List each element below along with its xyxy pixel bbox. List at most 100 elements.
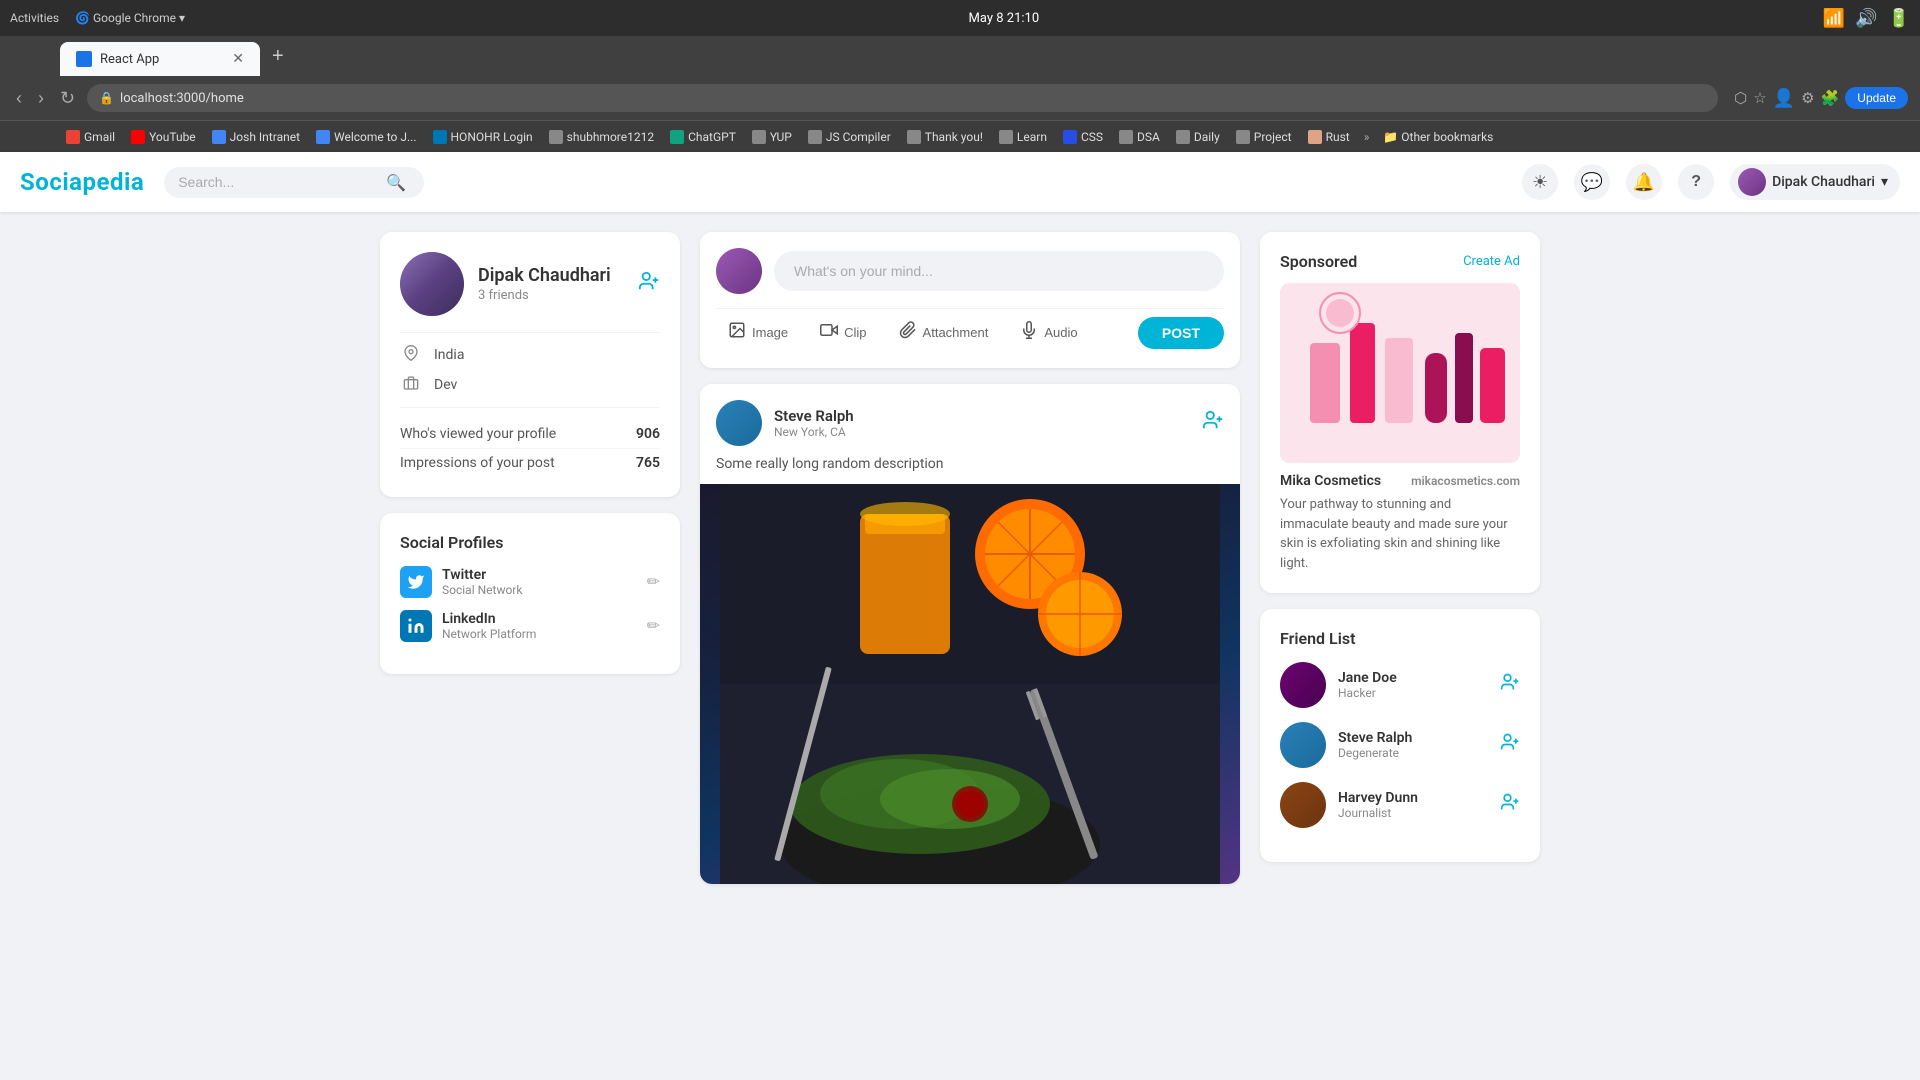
add-steve-btn[interactable] <box>1500 732 1520 758</box>
help-btn[interactable]: ? <box>1678 164 1714 200</box>
friend-jane-avatar <box>1280 662 1326 708</box>
attachment-btn[interactable]: Attachment <box>887 313 1001 352</box>
bookmarks-more[interactable]: » <box>1364 130 1370 144</box>
bookmark-star[interactable]: ☆ <box>1753 89 1766 107</box>
linkedin-desc: Network Platform <box>442 627 637 641</box>
nav-user-avatar <box>1738 168 1766 196</box>
post-header: Steve Ralph New York, CA <box>700 384 1240 456</box>
settings-icon[interactable]: ⚙ <box>1801 89 1814 107</box>
sponsored-card: Sponsored Create Ad <box>1260 232 1540 593</box>
post-user-name: Steve Ralph <box>774 407 1190 425</box>
bookmark-dsa[interactable]: DSA <box>1113 128 1166 146</box>
back-btn[interactable]: ‹ <box>12 84 26 113</box>
profile-icon[interactable]: 👤 <box>1773 88 1795 109</box>
os-activities[interactable]: Activities <box>10 11 59 25</box>
image-label: Image <box>752 325 788 340</box>
messages-btn[interactable]: 💬 <box>1574 164 1610 200</box>
browser-chrome: Activities 🌀 Google Chrome ▾ May 8 21:10… <box>0 0 1920 152</box>
bookmark-thankyou[interactable]: Thank you! <box>901 128 989 146</box>
new-tab-btn[interactable]: + <box>264 45 292 68</box>
user-dropdown[interactable]: Dipak Chaudhari ▾ <box>1730 164 1900 200</box>
work-icon <box>400 375 422 395</box>
add-friend-profile-btn[interactable] <box>638 270 660 298</box>
attachment-label: Attachment <box>923 325 989 340</box>
audio-btn[interactable]: Audio <box>1008 313 1089 352</box>
bookmark-gmail[interactable]: Gmail <box>60 128 121 146</box>
views-value: 906 <box>636 426 660 442</box>
sponsored-header: Sponsored Create Ad <box>1280 252 1520 271</box>
friend-jane-name: Jane Doe <box>1338 670 1488 686</box>
profile-name: Dipak Chaudhari <box>478 265 611 286</box>
friend-steve: Steve Ralph Degenerate <box>1280 722 1520 768</box>
tab-bar: React App ✕ + <box>0 36 1920 76</box>
search-box: 🔍 <box>164 167 424 198</box>
cast-icon[interactable]: ⬡ <box>1734 89 1747 107</box>
image-icon <box>728 321 746 344</box>
friend-harvey: Harvey Dunn Journalist <box>1280 782 1520 828</box>
theme-toggle-btn[interactable]: ☀ <box>1522 164 1558 200</box>
bookmark-other[interactable]: 📁 Other bookmarks <box>1377 128 1499 146</box>
app-logo[interactable]: Sociapedia <box>20 168 144 196</box>
location-icon <box>400 345 422 365</box>
add-jane-btn[interactable] <box>1500 672 1520 698</box>
add-harvey-btn[interactable] <box>1500 792 1520 818</box>
update-btn[interactable]: Update <box>1845 87 1908 109</box>
profile-header: Dipak Chaudhari 3 friends <box>400 252 660 316</box>
twitter-edit-btn[interactable]: ✏ <box>647 572 660 592</box>
ad-brand-name: Mika Cosmetics mikacosmetics.com <box>1280 473 1520 489</box>
tab-close-btn[interactable]: ✕ <box>232 51 244 67</box>
create-ad-link[interactable]: Create Ad <box>1463 254 1520 269</box>
profile-card: Dipak Chaudhari 3 friends <box>380 232 680 497</box>
notifications-btn[interactable]: 🔔 <box>1626 164 1662 200</box>
friend-jane-role: Hacker <box>1338 686 1488 700</box>
post-user-avatar <box>716 400 762 446</box>
right-sidebar: Sponsored Create Ad <box>1260 232 1540 900</box>
url-box[interactable]: 🔒 localhost:3000/home <box>87 84 1718 112</box>
twitter-logo <box>400 566 432 598</box>
post-user-info: Steve Ralph New York, CA <box>774 407 1190 439</box>
forward-btn[interactable]: › <box>34 84 48 113</box>
impressions-value: 765 <box>636 455 660 471</box>
audio-label: Audio <box>1044 325 1077 340</box>
linkedin-edit-btn[interactable]: ✏ <box>647 616 660 636</box>
friend-jane: Jane Doe Hacker <box>1280 662 1520 708</box>
bookmark-josh[interactable]: Josh Intranet <box>206 128 306 146</box>
views-label: Who's viewed your profile <box>400 426 556 442</box>
main-content: Dipak Chaudhari 3 friends <box>360 212 1560 920</box>
post-image <box>700 484 1240 884</box>
post-submit-btn[interactable]: POST <box>1138 317 1224 349</box>
clip-icon <box>820 321 838 344</box>
bookmark-chatgpt[interactable]: ChatGPT <box>664 128 742 146</box>
clip-btn[interactable]: Clip <box>808 313 878 352</box>
bookmark-youtube[interactable]: YouTube <box>125 128 202 146</box>
bookmark-rust[interactable]: Rust <box>1302 128 1356 146</box>
active-tab[interactable]: React App ✕ <box>60 42 260 76</box>
search-input[interactable] <box>178 174 378 190</box>
linkedin-info: LinkedIn Network Platform <box>442 611 637 641</box>
search-icon: 🔍 <box>386 173 406 192</box>
post-add-friend-btn[interactable] <box>1202 409 1224 437</box>
bookmark-learn[interactable]: Learn <box>993 128 1053 146</box>
bookmark-jscompiler[interactable]: JS Compiler <box>802 128 897 146</box>
extensions-icon[interactable]: 🧩 <box>1821 89 1840 107</box>
twitter-desc: Social Network <box>442 583 637 597</box>
bookmark-daily[interactable]: Daily <box>1170 128 1226 146</box>
linkedin-item: LinkedIn Network Platform ✏ <box>400 610 660 642</box>
navbar: Sociapedia 🔍 ☀ 💬 🔔 ? Dipak Chaudhari ▾ <box>0 152 1920 212</box>
reload-btn[interactable]: ↻ <box>56 84 79 113</box>
bookmark-welcome[interactable]: Welcome to J... <box>310 128 422 146</box>
bookmark-project[interactable]: Project <box>1230 128 1298 146</box>
profile-avatar <box>400 252 464 316</box>
ad-description: Your pathway to stunning and immaculate … <box>1280 495 1520 573</box>
dropdown-arrow: ▾ <box>1881 174 1888 190</box>
bookmark-css[interactable]: CSS <box>1057 128 1109 146</box>
social-profiles-card: Social Profiles Twitter Social Network ✏ <box>380 513 680 674</box>
twitter-item: Twitter Social Network ✏ <box>400 566 660 598</box>
image-btn[interactable]: Image <box>716 313 800 352</box>
bookmark-shubh[interactable]: shubhmore1212 <box>543 128 660 146</box>
bookmark-honohr[interactable]: HONOHR Login <box>427 128 539 146</box>
composer-input[interactable] <box>774 251 1224 291</box>
battery-icon: 🔋 <box>1888 8 1910 29</box>
bookmark-yup[interactable]: YUP <box>746 128 798 146</box>
tab-favicon <box>76 51 92 67</box>
